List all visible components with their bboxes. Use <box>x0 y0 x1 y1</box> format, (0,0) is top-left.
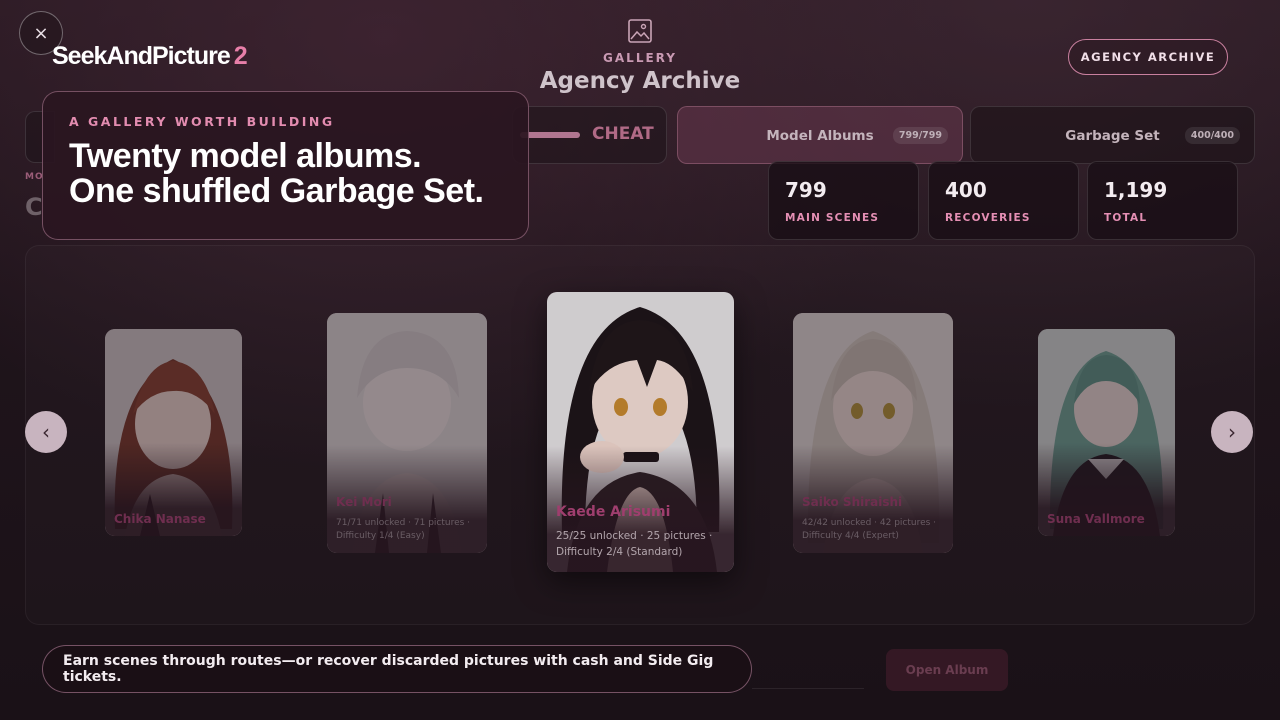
card-dim-overlay <box>1038 329 1175 536</box>
intro-card: A GALLERY WORTH BUILDING Twenty model al… <box>42 91 529 240</box>
section-kicker: MO <box>25 172 44 182</box>
agency-archive-button[interactable]: AGENCY ARCHIVE <box>1068 39 1228 75</box>
open-album-button[interactable]: Open Album <box>886 649 1008 691</box>
stat-value: 1,199 <box>1104 178 1168 202</box>
intro-kicker: A GALLERY WORTH BUILDING <box>69 114 335 129</box>
logo-text: SeekAndPicture <box>52 42 231 70</box>
tab-count-badge: 799/799 <box>892 127 948 144</box>
album-card-selected[interactable]: Kaede Arisumi 25/25 unlocked · 25 pictur… <box>547 292 734 572</box>
intro-title-line: Twenty model albums. <box>69 137 422 175</box>
close-icon: × <box>33 22 49 44</box>
album-card[interactable]: Chika Nanase <box>105 329 242 536</box>
logo-number: 2 <box>233 42 248 70</box>
album-card[interactable]: Saiko Shiraishi 42/42 unlocked · 42 pict… <box>793 313 953 553</box>
chevron-left-icon: ‹ <box>42 420 50 444</box>
tab-model-albums[interactable]: Model Albums 799/799 <box>677 106 963 164</box>
stat-recoveries: 400 RECOVERIES <box>928 161 1079 240</box>
card-dim-overlay <box>793 313 953 553</box>
stat-main-scenes: 799 MAIN SCENES <box>768 161 919 240</box>
stat-label: RECOVERIES <box>945 212 1031 224</box>
intro-title: Twenty model albums. One shuffled Garbag… <box>69 139 502 209</box>
stat-value: 400 <box>945 178 987 202</box>
stat-total: 1,199 TOTAL <box>1087 161 1238 240</box>
chevron-right-icon: › <box>1228 420 1236 444</box>
intro-title-line: One shuffled Garbage Set. <box>69 172 484 210</box>
tab-garbage-set[interactable]: Garbage Set 400/400 <box>970 106 1255 164</box>
carousel-prev-button[interactable]: ‹ <box>25 411 67 453</box>
stat-label: MAIN SCENES <box>785 212 880 224</box>
album-card[interactable]: Suna Vallmore <box>1038 329 1175 536</box>
page-kicker: GALLERY <box>603 51 677 65</box>
page-title: Agency Archive <box>539 68 741 94</box>
app-logo: SeekAndPicture 2 <box>52 42 248 71</box>
cheat-slider-track[interactable] <box>520 132 580 138</box>
carousel-next-button[interactable]: › <box>1211 411 1253 453</box>
card-dim-overlay <box>547 292 734 572</box>
tip-banner: Earn scenes through routes—or recover di… <box>42 645 752 693</box>
tab-count-badge: 400/400 <box>1184 127 1240 144</box>
stat-label: TOTAL <box>1104 212 1148 224</box>
cheat-label: CHEAT <box>592 124 654 144</box>
divider <box>752 688 864 689</box>
image-icon <box>628 19 652 43</box>
section-title: C <box>25 193 43 221</box>
stat-value: 799 <box>785 178 827 202</box>
card-dim-overlay <box>105 329 242 536</box>
card-dim-overlay <box>327 313 487 553</box>
album-card[interactable]: Kei Mori 71/71 unlocked · 71 pictures · … <box>327 313 487 553</box>
